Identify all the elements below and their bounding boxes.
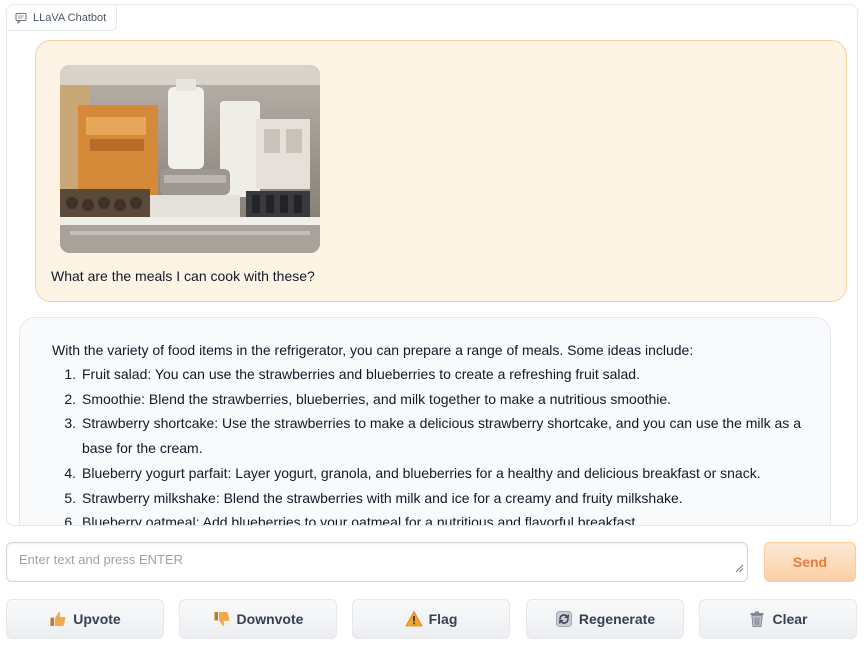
regenerate-label: Regenerate: [578, 611, 656, 627]
user-message-text: What are the meals I can cook with these…: [51, 268, 315, 284]
downvote-button[interactable]: Downvote: [179, 599, 337, 639]
upvote-button[interactable]: Upvote: [6, 599, 164, 639]
clear-button[interactable]: Clear: [699, 599, 857, 639]
downvote-label: Downvote: [236, 611, 304, 627]
trash-icon: [748, 610, 766, 628]
bot-message-intro: With the variety of food items in the re…: [52, 342, 694, 358]
refrigerator-image: [60, 65, 320, 253]
refresh-icon: [555, 610, 573, 628]
send-button[interactable]: Send: [764, 542, 856, 582]
chatbot-panel: LLaVA Chatbot What are the meals I can c…: [6, 4, 858, 526]
list-item: 5. Strawberry milkshake: Blend the strawb…: [64, 489, 683, 506]
list-item: 2. Smoothie: Blend the strawberries, blue…: [64, 390, 672, 407]
list-item: 4. Blueberry yogurt parfait: Layer yogurt…: [64, 464, 761, 481]
chatbot-label-text: LLaVA Chatbot: [33, 11, 107, 24]
warning-icon: [404, 610, 423, 628]
message-input-container: [6, 542, 748, 582]
regenerate-button[interactable]: Regenerate: [526, 599, 684, 639]
bot-message: With the variety of food items in the re…: [19, 317, 831, 526]
flag-button[interactable]: Flag: [352, 599, 510, 639]
chatbot-label: LLaVA Chatbot: [7, 5, 118, 31]
thumbs-up-icon: [49, 610, 67, 628]
list-item: 3. Strawberry shortcake: Use the strawber…: [64, 415, 801, 457]
list-item: 1. Fruit salad: You can use the strawberr…: [64, 366, 640, 382]
meal-list: 1. Fruit salad: You can use the strawberr…: [52, 362, 810, 526]
flag-label: Flag: [428, 611, 458, 627]
user-message: What are the meals I can cook with these…: [35, 40, 847, 302]
message-input[interactable]: [7, 543, 747, 581]
clear-label: Clear: [772, 611, 808, 627]
upvote-label: Upvote: [73, 611, 121, 627]
chat-icon: [15, 12, 27, 24]
resize-handle-icon[interactable]: [735, 560, 744, 578]
thumbs-down-icon: [213, 610, 231, 628]
list-item: 6. Blueberry oatmeal: Add blueberries to …: [64, 514, 640, 526]
